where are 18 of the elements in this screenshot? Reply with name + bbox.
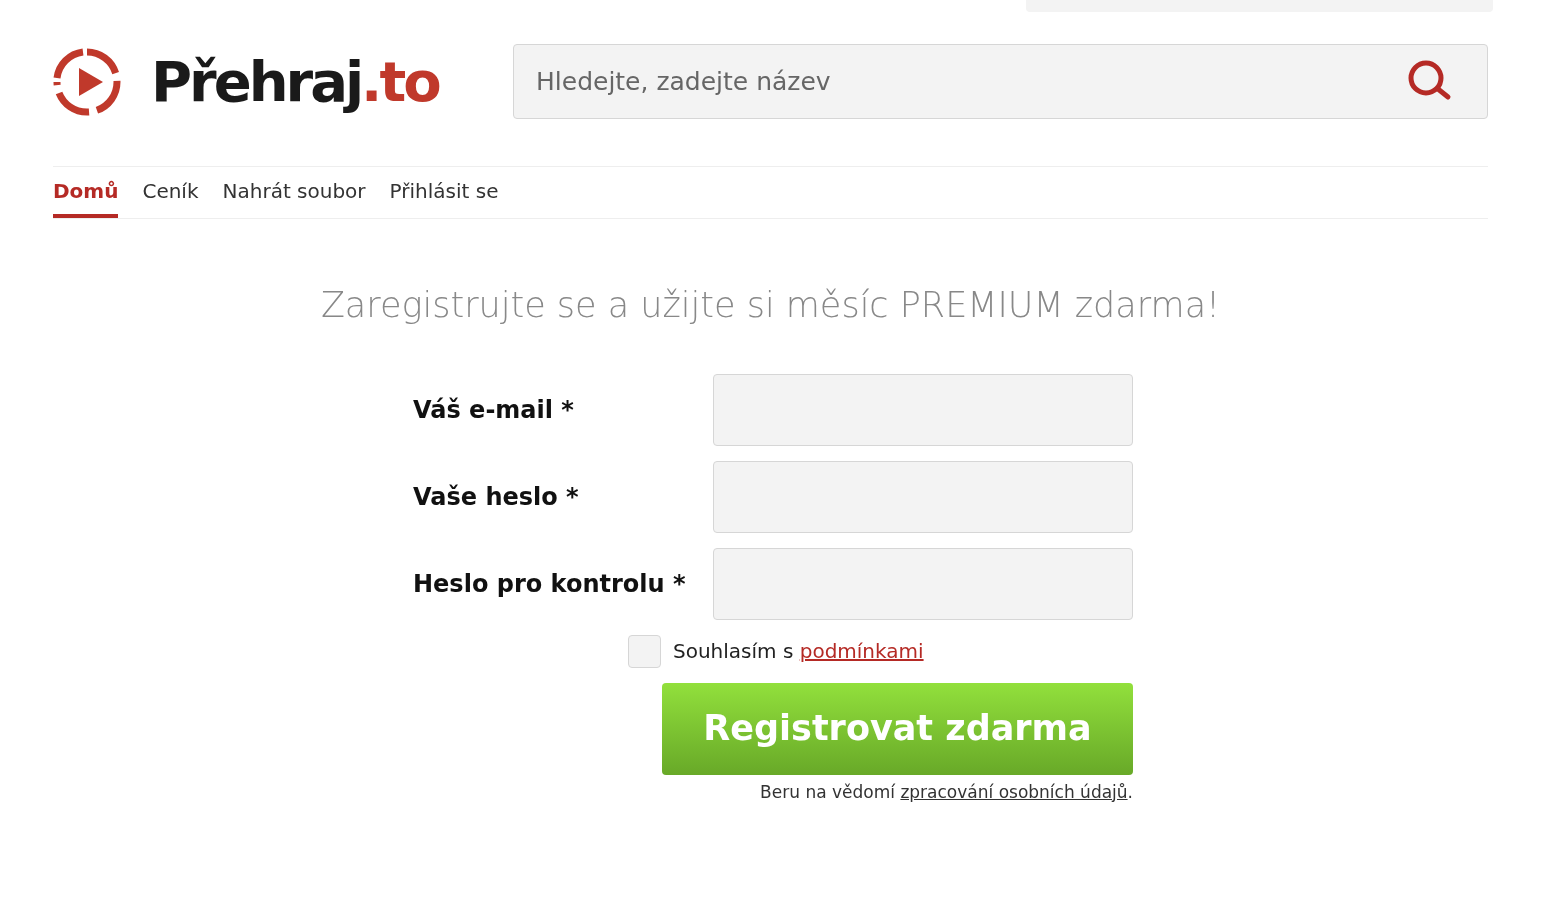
field-label: Heslo pro kontrolu * <box>413 568 687 600</box>
nav-tab[interactable]: Přihlásit se <box>389 167 499 218</box>
search-field[interactable]: Hledejte, zadejte název <box>513 44 1488 119</box>
input-field[interactable] <box>713 373 1133 446</box>
terms-link[interactable]: podmínkami <box>799 639 924 663</box>
field-label: Váš e-mail * <box>413 394 575 426</box>
input-field[interactable] <box>713 547 1133 620</box>
page-heading: Zaregistrujte se a užijte si měsíc PREMIUM zdarma! <box>319 284 1222 327</box>
play-logo-icon <box>53 47 121 116</box>
nav-tab[interactable]: Domů <box>53 167 119 218</box>
agree-label: Souhlasím s podmínkami <box>673 638 924 665</box>
field-label: Vaše heslo * <box>413 481 580 513</box>
nav-tab[interactable]: Ceník <box>142 167 199 218</box>
privacy-note: Beru na vědomí zpracování osobních údajů. <box>759 780 1133 804</box>
privacy-link[interactable]: zpracování osobních údajů <box>900 781 1128 802</box>
checkbox[interactable] <box>628 634 661 668</box>
input-field[interactable] <box>713 460 1133 533</box>
nav-tab[interactable]: Nahrát soubor <box>222 167 366 218</box>
